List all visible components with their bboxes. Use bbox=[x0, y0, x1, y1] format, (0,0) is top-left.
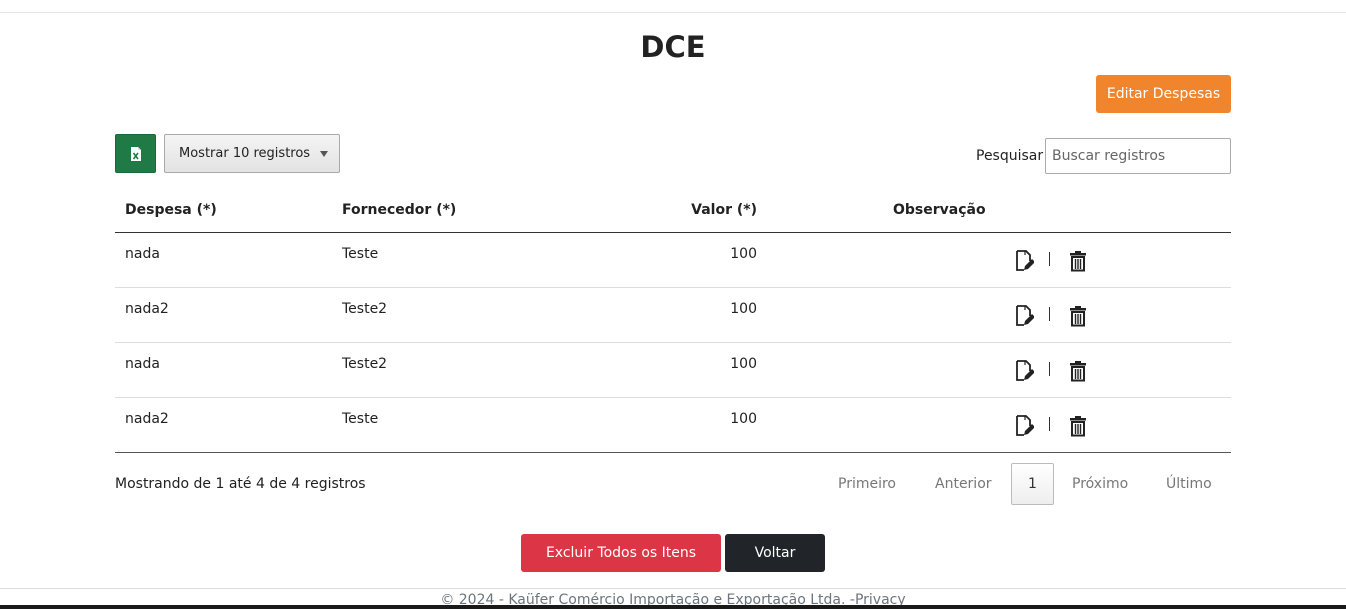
table-row: nada Teste 100 bbox=[115, 233, 1231, 288]
records-per-page-label: Mostrar 10 registros bbox=[179, 146, 311, 161]
excel-export-icon bbox=[130, 146, 141, 161]
excel-export-button[interactable] bbox=[115, 134, 156, 173]
header-despesa[interactable]: Despesa (*) bbox=[125, 202, 217, 218]
trash-icon[interactable] bbox=[1069, 250, 1087, 272]
header-valor[interactable]: Valor (*) bbox=[675, 202, 757, 218]
edit-document-icon[interactable] bbox=[1014, 305, 1034, 327]
edit-document-icon[interactable] bbox=[1014, 250, 1034, 272]
cell-fornecedor: Teste bbox=[342, 411, 379, 427]
caret-down-icon bbox=[320, 150, 329, 157]
cell-fornecedor: Teste2 bbox=[342, 356, 388, 372]
header-observacao[interactable]: Observação bbox=[893, 202, 986, 218]
trash-icon[interactable] bbox=[1069, 305, 1087, 327]
action-separator bbox=[1049, 417, 1050, 431]
top-divider bbox=[0, 12, 1346, 13]
trash-icon[interactable] bbox=[1069, 360, 1087, 382]
table-row: nada Teste2 100 bbox=[115, 343, 1231, 398]
edit-document-icon[interactable] bbox=[1014, 360, 1034, 382]
edit-expenses-button[interactable]: Editar Despesas bbox=[1096, 75, 1231, 113]
delete-all-button[interactable]: Excluir Todos os Itens bbox=[521, 534, 721, 572]
cell-despesa: nada bbox=[125, 246, 160, 262]
cell-despesa: nada bbox=[125, 356, 160, 372]
action-separator bbox=[1049, 362, 1050, 376]
cell-fornecedor: Teste2 bbox=[342, 301, 388, 317]
cell-valor: 100 bbox=[730, 246, 757, 262]
search-label: Pesquisar bbox=[976, 148, 1044, 164]
table-info: Mostrando de 1 até 4 de 4 registros bbox=[115, 476, 366, 492]
records-per-page-select[interactable]: Mostrar 10 registros bbox=[164, 134, 340, 173]
table-row: nada2 Teste2 100 bbox=[115, 288, 1231, 343]
action-separator bbox=[1049, 252, 1050, 266]
table-bottom-divider bbox=[115, 452, 1231, 453]
cell-valor: 100 bbox=[730, 411, 757, 427]
back-button[interactable]: Voltar bbox=[725, 534, 825, 572]
pagination-previous[interactable]: Anterior bbox=[935, 476, 992, 492]
trash-icon[interactable] bbox=[1069, 415, 1087, 437]
footer-divider bbox=[0, 588, 1346, 589]
table-row: nada2 Teste 100 bbox=[115, 398, 1231, 453]
cell-despesa: nada2 bbox=[125, 411, 169, 427]
cell-valor: 100 bbox=[730, 301, 757, 317]
pagination-page-1[interactable]: 1 bbox=[1011, 463, 1054, 505]
cell-valor: 100 bbox=[730, 356, 757, 372]
cell-despesa: nada2 bbox=[125, 301, 169, 317]
cell-fornecedor: Teste bbox=[342, 246, 379, 262]
pagination-last[interactable]: Último bbox=[1166, 476, 1212, 492]
search-input[interactable] bbox=[1045, 138, 1231, 174]
pagination-next[interactable]: Próximo bbox=[1072, 476, 1128, 492]
window-bottom-edge bbox=[0, 605, 1346, 609]
page-title: DCE bbox=[640, 30, 706, 64]
pagination-first[interactable]: Primeiro bbox=[838, 476, 896, 492]
action-separator bbox=[1049, 307, 1050, 321]
header-fornecedor[interactable]: Fornecedor (*) bbox=[342, 202, 456, 218]
edit-document-icon[interactable] bbox=[1014, 415, 1034, 437]
